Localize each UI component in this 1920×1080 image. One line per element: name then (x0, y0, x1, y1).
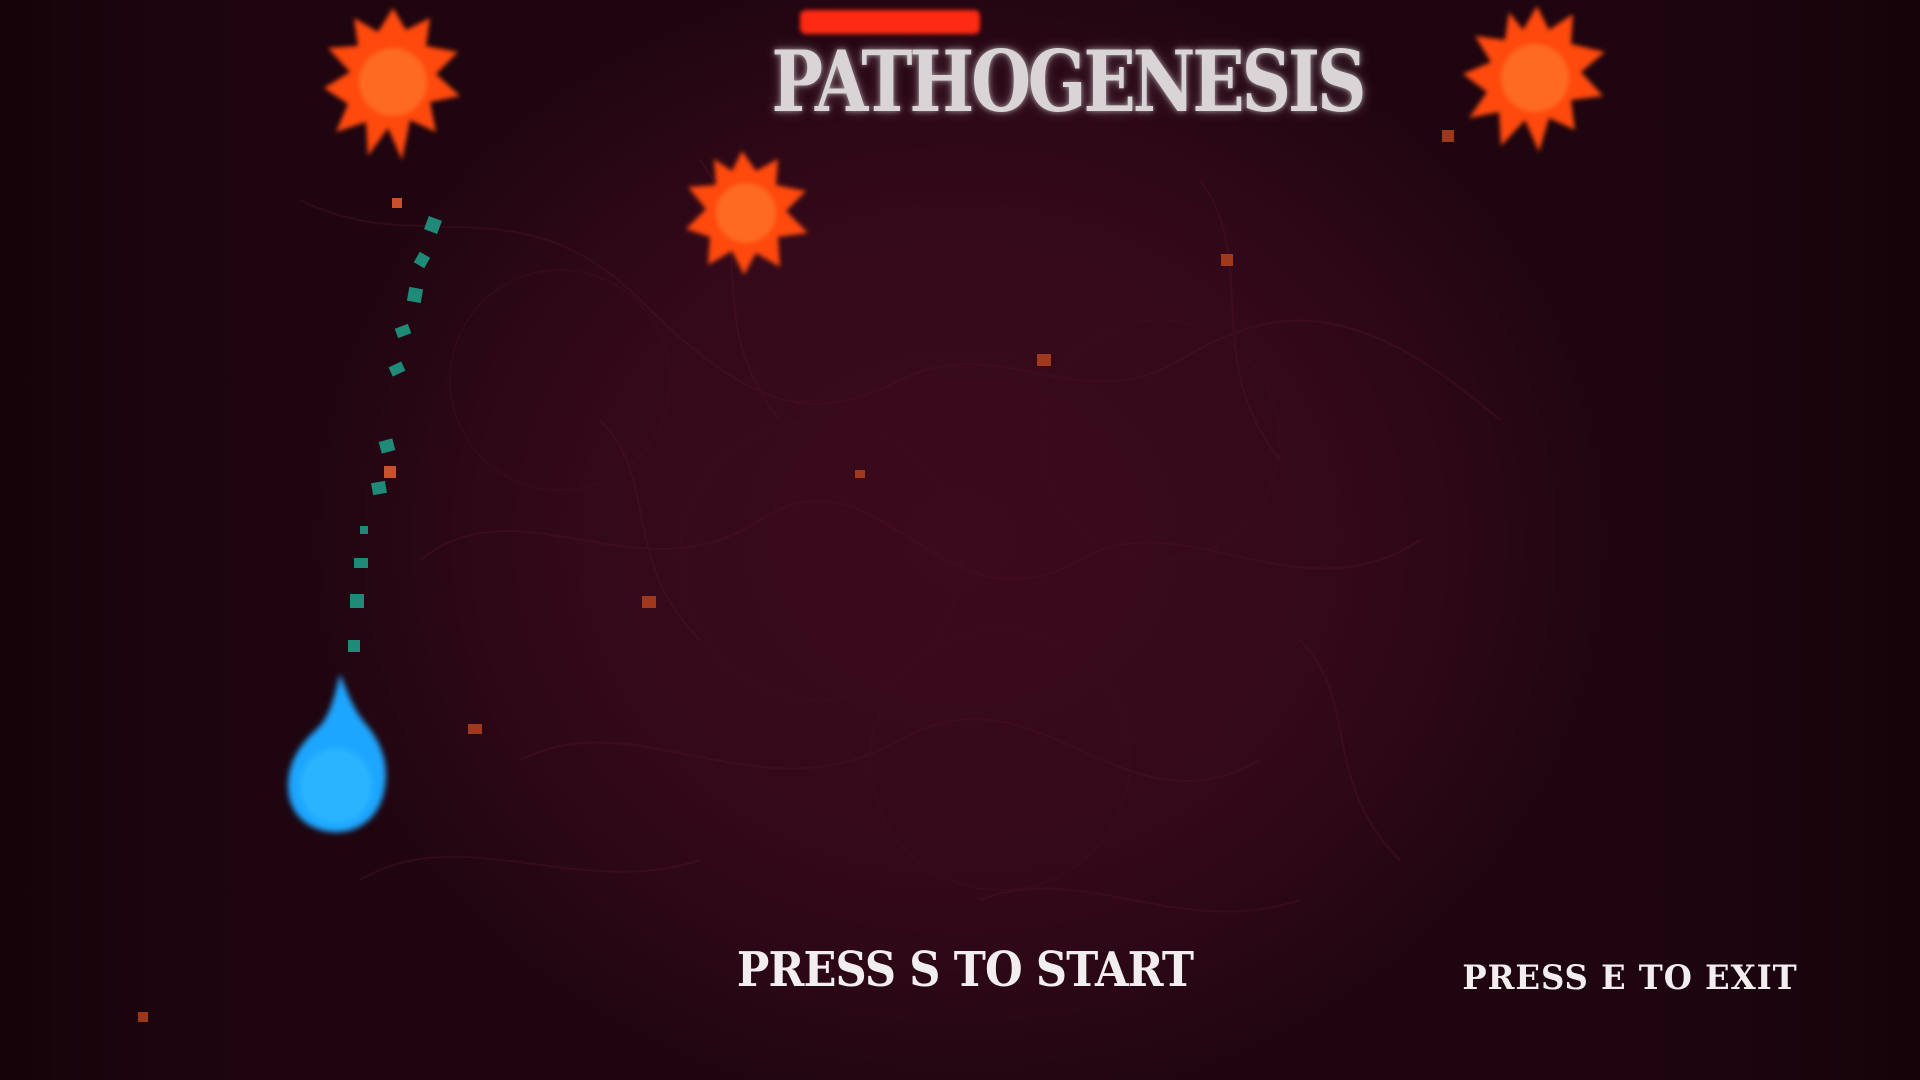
start-prompt[interactable]: PRESS S TO START (709, 940, 1222, 1000)
exit-prompt[interactable]: PRESS E TO EXIT (1431, 958, 1830, 998)
debris-particles (138, 130, 1454, 1022)
player-cell (288, 674, 386, 833)
game-screen: PATHOGENESIS PRESS S TO START PRESS E TO… (0, 0, 1920, 1080)
game-title: PATHOGENESIS (771, 32, 1366, 131)
